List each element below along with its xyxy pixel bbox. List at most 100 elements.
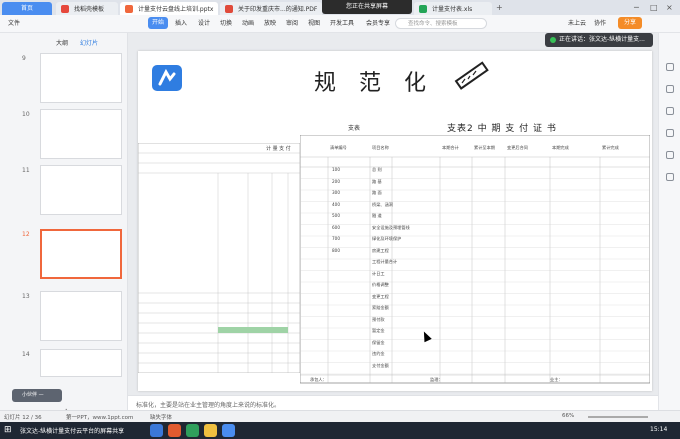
row-code: 500 — [332, 213, 340, 218]
header-name: 项目名称 — [372, 145, 389, 150]
slide-thumbnail-panel: 大纲 幻灯片 9 10 11 12 13 14 小伙伴 — + — [0, 33, 128, 418]
close-icon[interactable]: × — [666, 3, 673, 12]
left-payment-sheet: 计 量 支 付 — [137, 142, 301, 374]
right-tool-rail — [658, 33, 680, 410]
wps-icon[interactable] — [168, 424, 181, 437]
slide-number: 14 — [22, 351, 30, 358]
speaker-notes[interactable]: 标准化，主要是站在业主管理的角度上来说的标准化。 — [128, 395, 658, 410]
speaking-indicator: 正在讲话：张文达-纵横计量支... — [545, 33, 653, 47]
row-name: 预付款 — [372, 316, 385, 322]
search-input[interactable]: 查找命令、搜索模板 — [395, 18, 487, 29]
tab-xls[interactable]: 计量支付表.xls — [414, 2, 492, 15]
menu-developer[interactable]: 开发工具 — [330, 18, 354, 27]
menu-member[interactable]: 会员专享 — [366, 18, 390, 27]
row-name: 价格调整 — [372, 282, 389, 287]
browser-icon[interactable] — [150, 424, 163, 437]
row-name: 路 基 — [372, 178, 382, 184]
tab-slides[interactable]: 幻灯片 — [80, 38, 98, 47]
slide-thumbnail-10[interactable] — [40, 109, 122, 159]
menu-transition[interactable]: 切换 — [220, 18, 232, 27]
ruler-icon — [454, 61, 489, 90]
row-name: 绿化及环境保护 — [372, 236, 402, 241]
slide-thumbnail-12[interactable] — [40, 229, 122, 279]
settings-icon[interactable] — [666, 173, 674, 181]
sign-owner: 业主： — [550, 377, 563, 382]
slide-canvas: 规 范 化 计 量 支 付 支表 支表2 中 期 支 付 证 书 清单编号 项目… — [128, 33, 658, 395]
new-tab-icon[interactable]: + — [496, 3, 503, 12]
slide-thumbnail-11[interactable] — [40, 165, 122, 215]
properties-icon[interactable] — [666, 63, 674, 71]
tab-bar: 首页 找稻壳模板 计量支付云盘线上培训.pptx 关于印发重庆市...的通知.P… — [0, 0, 680, 15]
tab-home[interactable]: 首页 — [2, 2, 52, 15]
docer-icon — [61, 5, 69, 13]
missing-font[interactable]: 缺失字体 — [150, 413, 172, 421]
header-contract: 变更后合同 — [507, 145, 528, 150]
menu-insert[interactable]: 插入 — [175, 18, 187, 27]
header-total: 累计完成 — [602, 145, 619, 150]
screen-share-task[interactable]: 张文达-纵横计量支付云平台的屏幕共享 — [20, 426, 124, 435]
row-name: 支付金额 — [372, 362, 389, 368]
start-icon[interactable]: ⊞ — [4, 425, 12, 435]
cloud-status[interactable]: 未上云 — [568, 18, 586, 27]
slide-number: 10 — [22, 111, 30, 118]
meeting-icon[interactable] — [222, 424, 235, 437]
participant-video[interactable]: 小伙伴 — — [12, 389, 62, 402]
share-button[interactable]: 分享 — [618, 17, 642, 29]
menu-review[interactable]: 审阅 — [286, 18, 298, 27]
maximize-icon[interactable]: □ — [650, 3, 658, 12]
shape-icon[interactable] — [666, 151, 674, 159]
tab-pdf[interactable]: 关于印发重庆市...的通知.PDF — [220, 2, 322, 15]
certificate-title: 支表2 中 期 支 付 证 书 — [447, 124, 557, 134]
slide-title: 规 范 化 — [314, 71, 434, 96]
slide-count: 幻灯片 12 / 36 — [4, 415, 42, 421]
menu-start[interactable]: 开始 — [148, 17, 168, 29]
tab-outline[interactable]: 大纲 — [56, 38, 68, 47]
header-period: 本期合计 — [442, 145, 459, 150]
row-name: 索赔金额 — [372, 305, 389, 310]
menu-view[interactable]: 视图 — [308, 18, 320, 27]
folder-icon[interactable] — [204, 424, 217, 437]
header-cumulative: 累计至本期 — [474, 145, 495, 150]
slide-number: 12 — [22, 231, 30, 238]
tab-template[interactable]: 找稻壳模板 — [56, 2, 118, 15]
menu-animation[interactable]: 动画 — [242, 18, 254, 27]
slide-thumbnail-14[interactable] — [40, 349, 122, 377]
row-name: 保留金 — [372, 339, 385, 345]
animation-icon[interactable] — [666, 107, 674, 115]
tab-pptx[interactable]: 计量支付云盘线上培训.pptx — [120, 2, 218, 15]
row-name: 隧 道 — [372, 213, 382, 218]
selection-icon[interactable] — [666, 129, 674, 137]
row-code: 600 — [332, 224, 340, 230]
wechat-icon[interactable] — [186, 424, 199, 437]
row-code: 300 — [332, 190, 340, 195]
minimize-icon[interactable]: ─ — [634, 3, 639, 12]
menu-file[interactable]: 文件 — [8, 18, 20, 27]
slide-thumbnail-13[interactable] — [40, 291, 122, 341]
logo-icon — [152, 65, 182, 91]
sign-supervisor: 监理： — [430, 377, 443, 382]
menu-bar: 文件 开始 插入 设计 切换 动画 放映 审阅 视图 开发工具 会员专享 查找命… — [0, 15, 680, 33]
header-done: 本期完成 — [552, 145, 569, 150]
menu-slideshow[interactable]: 放映 — [264, 18, 276, 27]
zoom-slider[interactable] — [588, 416, 648, 418]
ppt-icon — [125, 5, 133, 13]
clock: 15:14 — [650, 426, 668, 433]
sign-contractor: 承包人： — [310, 377, 327, 382]
header-code: 清单编号 — [330, 145, 347, 150]
current-slide[interactable]: 规 范 化 计 量 支 付 支表 支表2 中 期 支 付 证 书 清单编号 项目… — [137, 51, 652, 391]
collab-button[interactable]: 协作 — [594, 18, 606, 27]
slide-thumbnail-9[interactable] — [40, 53, 122, 103]
row-name: 总 则 — [372, 167, 382, 172]
zoom-level[interactable]: 66% — [562, 413, 574, 419]
row-name: 变更工程 — [372, 293, 389, 299]
slide-number: 9 — [22, 55, 26, 62]
row-name: 计日工 — [372, 270, 385, 276]
menu-design[interactable]: 设计 — [198, 18, 210, 27]
design-icon[interactable] — [666, 85, 674, 93]
screen-share-banner: 您正在共享屏幕 — [322, 0, 412, 14]
mic-icon — [550, 37, 556, 43]
row-name: 桥梁、涵洞 — [372, 201, 393, 207]
row-name: 工程计量合计 — [372, 259, 398, 264]
row-name: 路 面 — [372, 190, 382, 195]
row-code: 700 — [332, 236, 340, 241]
